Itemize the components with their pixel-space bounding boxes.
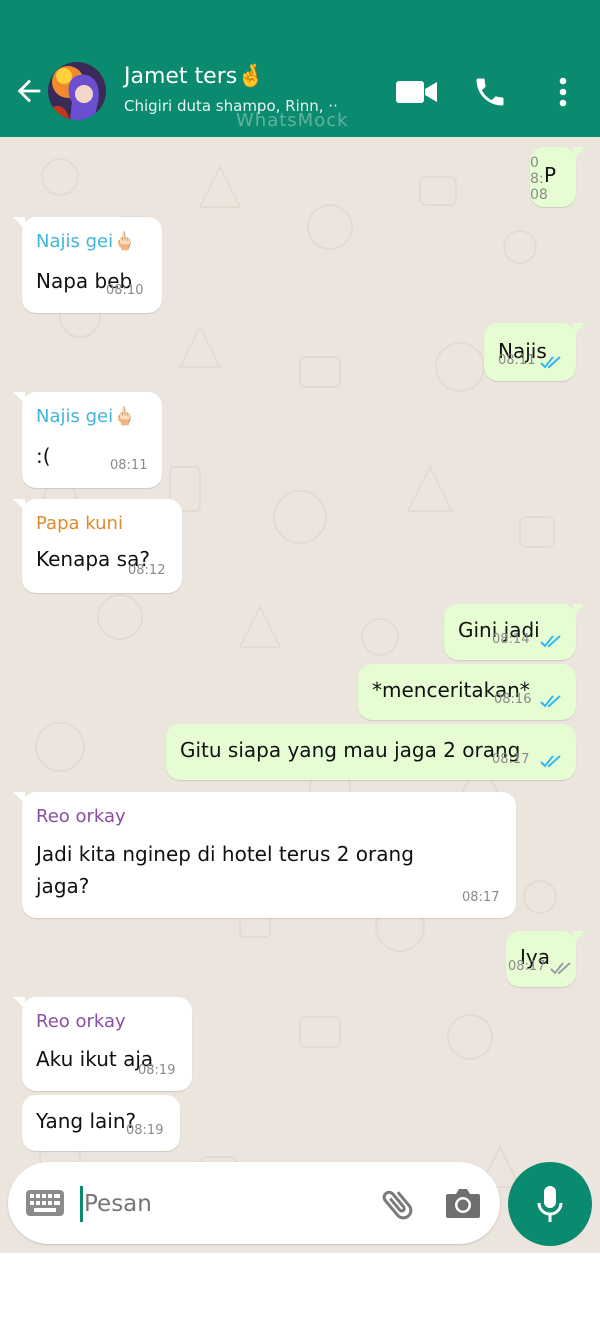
message-text: Gitu siapa yang mau jaga 2 orang bbox=[180, 738, 521, 762]
message-time: 08:17 bbox=[462, 890, 500, 905]
message-text: Yang lain? bbox=[36, 1109, 137, 1133]
message-bubble-outgoing[interactable]: Gini jadi 08:14 bbox=[444, 604, 585, 660]
message-text: P bbox=[544, 163, 557, 187]
keyboard-icon[interactable] bbox=[26, 1190, 64, 1216]
group-avatar[interactable] bbox=[48, 62, 106, 120]
message-bubble-outgoing[interactable]: Gitu siapa yang mau jaga 2 orang 08:17 bbox=[166, 724, 576, 780]
message-time: 08:17 bbox=[492, 752, 530, 767]
message-input[interactable] bbox=[82, 1180, 376, 1228]
message-bubble-outgoing[interactable]: 08:08 P bbox=[530, 147, 585, 207]
chat-header: Jamet ters🤞 Chigiri duta shampo, Rinn, ·… bbox=[0, 0, 600, 137]
message-time: 08:14 bbox=[492, 632, 530, 647]
read-ticks-icon bbox=[540, 755, 561, 768]
back-arrow-icon[interactable] bbox=[12, 74, 46, 108]
mic-button[interactable] bbox=[508, 1162, 592, 1246]
read-ticks-icon bbox=[540, 695, 561, 708]
more-vert-icon[interactable] bbox=[556, 76, 570, 108]
message-text: Aku ikut aja bbox=[36, 1047, 154, 1071]
watermark: WhatsMock bbox=[236, 110, 349, 131]
attach-icon[interactable] bbox=[378, 1184, 418, 1224]
group-title[interactable]: Jamet ters🤞 bbox=[124, 64, 265, 89]
message-time: 08:16 bbox=[494, 692, 532, 707]
message-bubble-incoming[interactable]: Reo orkay Jadi kita nginep di hotel teru… bbox=[13, 792, 516, 918]
sender-name[interactable]: Najis gei🖕🏻 bbox=[36, 231, 136, 252]
sender-name[interactable]: Najis gei🖕🏻 bbox=[36, 406, 136, 427]
camera-icon[interactable] bbox=[444, 1186, 482, 1220]
message-time: 08:11 bbox=[498, 353, 536, 368]
chat-area[interactable]: 08:08 P Najis gei🖕🏻 Napa beb 08:10 Najis… bbox=[0, 137, 600, 1253]
message-text-line2: jaga? bbox=[36, 874, 90, 898]
message-time: 08:12 bbox=[128, 563, 166, 578]
message-composer bbox=[8, 1162, 500, 1244]
message-bubble-outgoing[interactable]: Iya 08:17 bbox=[506, 931, 585, 987]
message-bubble-outgoing[interactable]: *menceritakan* 08:16 bbox=[358, 664, 576, 720]
message-time: 08:17 bbox=[508, 959, 546, 974]
message-bubble-incoming[interactable]: Najis gei🖕🏻 :( 08:11 bbox=[13, 392, 162, 488]
message-bubble-incoming[interactable]: Reo orkay Aku ikut aja 08:19 bbox=[13, 997, 192, 1091]
read-ticks-icon bbox=[540, 635, 561, 648]
message-time: 08:19 bbox=[126, 1123, 164, 1138]
message-bubble-incoming[interactable]: Yang lain? 08:19 bbox=[22, 1095, 180, 1151]
sender-name[interactable]: Reo orkay bbox=[36, 806, 126, 827]
bottom-blank-area bbox=[0, 1253, 600, 1333]
phone-icon[interactable] bbox=[472, 74, 508, 110]
sender-name[interactable]: Papa kuni bbox=[36, 513, 123, 534]
message-bubble-outgoing[interactable]: Najis 08:11 bbox=[484, 323, 585, 381]
mic-icon bbox=[537, 1186, 563, 1222]
message-time: 08:10 bbox=[106, 283, 144, 298]
message-text: Jadi kita nginep di hotel terus 2 orang bbox=[36, 842, 414, 866]
read-ticks-icon bbox=[540, 356, 561, 369]
sent-ticks-icon bbox=[550, 962, 571, 975]
video-call-icon[interactable] bbox=[396, 78, 438, 106]
message-bubble-incoming[interactable]: Najis gei🖕🏻 Napa beb 08:10 bbox=[13, 217, 162, 313]
sender-name[interactable]: Reo orkay bbox=[36, 1011, 126, 1032]
message-bubble-incoming[interactable]: Papa kuni Kenapa sa? 08:12 bbox=[13, 499, 182, 593]
message-time: 08:19 bbox=[138, 1063, 176, 1078]
message-text: :( bbox=[36, 444, 51, 468]
message-time: 08:11 bbox=[110, 458, 148, 473]
